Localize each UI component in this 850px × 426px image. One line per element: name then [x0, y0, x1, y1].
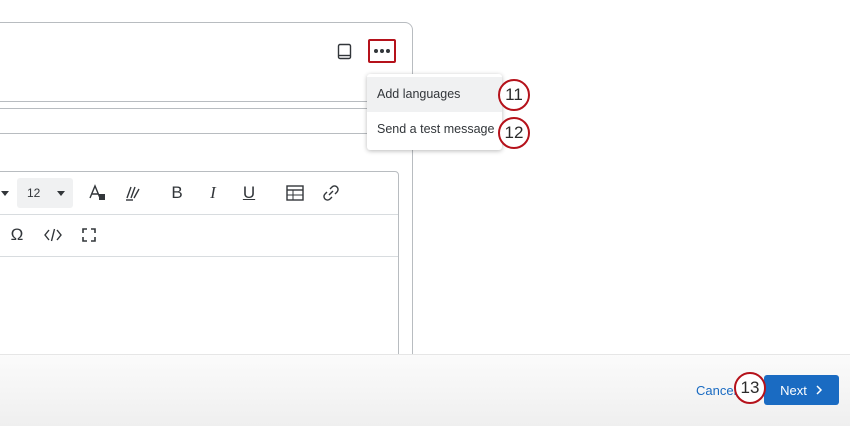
special-character-icon[interactable]: Ω	[5, 223, 29, 247]
table-icon[interactable]	[283, 181, 307, 205]
font-size-value: 12	[27, 186, 41, 200]
callout-badge: 11	[498, 79, 530, 111]
chevron-down-icon	[57, 191, 65, 196]
chevron-right-icon	[816, 385, 822, 395]
underline-icon[interactable]: U	[237, 181, 261, 205]
editor-toolbar-row-2: Ω	[0, 215, 398, 257]
subject-input[interactable]	[0, 108, 412, 134]
menu-item-add-languages[interactable]: Add languages	[367, 77, 502, 112]
text-color-icon[interactable]	[85, 181, 109, 205]
more-options-button[interactable]	[368, 39, 396, 63]
italic-icon[interactable]: I	[201, 181, 225, 205]
next-button[interactable]: Next	[764, 375, 839, 405]
font-size-select[interactable]: 12	[17, 178, 73, 208]
editor-toolbar-row-1: 12 B I U	[0, 172, 398, 215]
cancel-button[interactable]: Cancel	[696, 383, 736, 398]
fullscreen-icon[interactable]	[77, 223, 101, 247]
menu-item-send-test-message[interactable]: Send a test message	[367, 112, 502, 147]
more-options-menu: Add languages Send a test message	[367, 74, 502, 150]
highlight-icon[interactable]	[121, 181, 145, 205]
link-icon[interactable]	[319, 181, 343, 205]
book-icon[interactable]	[336, 43, 354, 61]
bold-icon[interactable]: B	[165, 181, 189, 205]
source-code-icon[interactable]	[41, 223, 65, 247]
callout-badge: 12	[498, 117, 530, 149]
more-horizontal-icon	[374, 49, 378, 53]
rich-text-editor[interactable]: 12 B I U Ω	[0, 171, 399, 363]
callout-badge: 13	[734, 372, 766, 404]
font-select-caret-icon[interactable]	[1, 191, 9, 196]
field-divider	[0, 101, 411, 102]
next-button-label: Next	[780, 382, 807, 398]
